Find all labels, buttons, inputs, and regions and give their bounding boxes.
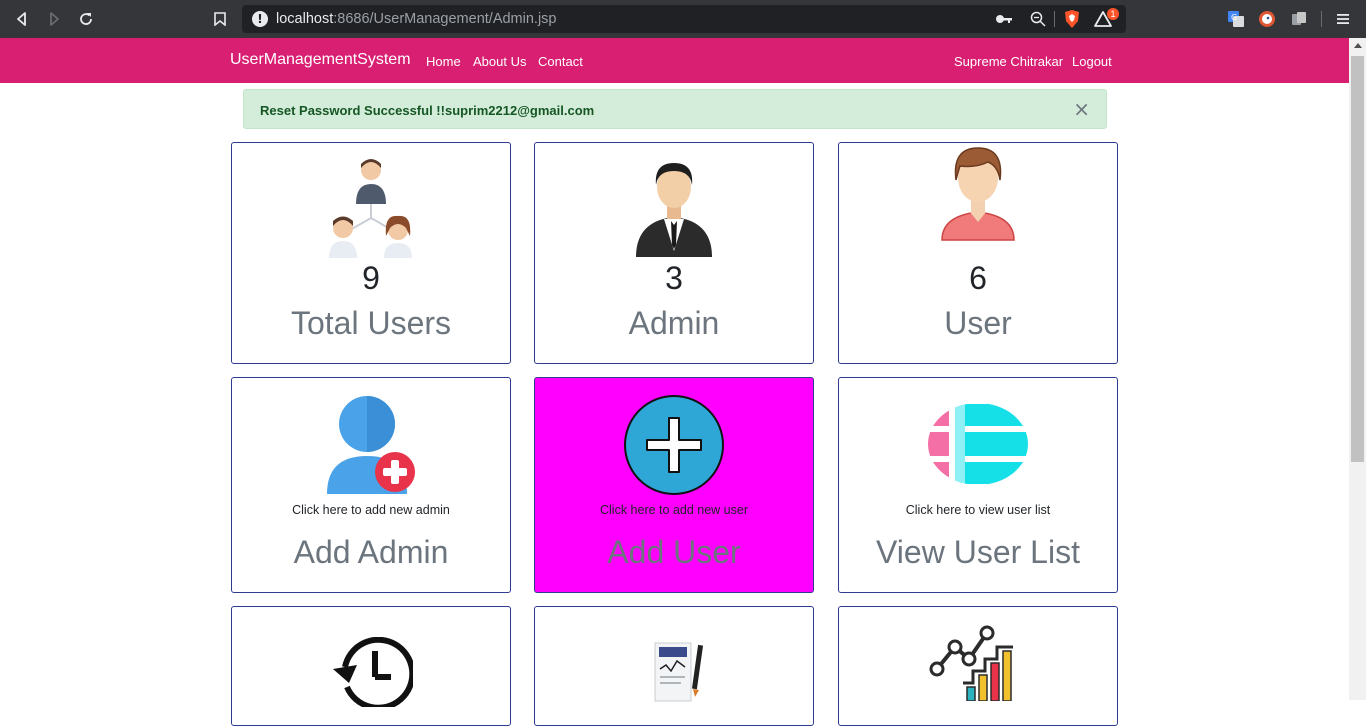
history-icon <box>232 637 510 707</box>
add-user-card[interactable]: Click here to add new user Add User <box>534 377 814 593</box>
stat-card-user[interactable]: 6 User <box>838 142 1118 364</box>
user-title: User <box>944 305 1012 341</box>
view-user-list-caption: Click here to view user list <box>905 503 1051 517</box>
add-user-title: Add User <box>607 534 741 570</box>
logout-link[interactable]: Logout <box>1072 54 1112 69</box>
total-users-title: Total Users <box>290 305 452 341</box>
total-users-count: 9 <box>362 260 380 296</box>
url-host: localhost <box>276 11 334 27</box>
alert-message: Reset Password Successful !!suprim2212@g… <box>260 103 595 118</box>
scrollbar-thumb[interactable] <box>1351 56 1364 462</box>
add-user-caption: Click here to add new user <box>600 503 748 517</box>
reload-icon[interactable] <box>76 9 96 29</box>
divider <box>1054 11 1055 27</box>
view-user-list-title: View User List <box>876 534 1080 570</box>
analytics-icon <box>839 625 1117 701</box>
brave-shield-icon[interactable] <box>1062 9 1082 29</box>
add-admin-icon <box>232 394 510 496</box>
divider <box>1321 11 1322 27</box>
user-name-link[interactable]: Supreme Chitrakar <box>954 54 1063 69</box>
scroll-up-arrow-icon[interactable] <box>1354 43 1362 48</box>
success-alert: Reset Password Successful !!suprim2212@g… <box>243 89 1107 129</box>
translate-icon[interactable]: G <box>1226 9 1246 29</box>
extension-icon[interactable] <box>1289 9 1309 29</box>
key-icon[interactable] <box>994 9 1014 29</box>
admin-title: Admin <box>628 305 720 341</box>
menu-icon[interactable] <box>1333 9 1353 29</box>
stat-card-total-users[interactable]: 9 Total Users <box>231 142 511 364</box>
user-count: 6 <box>969 260 987 296</box>
analytics-card[interactable] <box>838 606 1118 726</box>
stat-card-admin[interactable]: 3 Admin <box>534 142 814 364</box>
report-icon <box>535 633 813 703</box>
history-card[interactable] <box>231 606 511 726</box>
list-icon <box>839 402 1117 486</box>
nav-about[interactable]: About Us <box>473 54 526 69</box>
add-admin-caption: Click here to add new admin <box>292 503 450 517</box>
add-admin-card[interactable]: Click here to add new admin Add Admin <box>231 377 511 593</box>
user-icon <box>839 146 1117 242</box>
rewards-badge: 1 <box>1107 8 1119 20</box>
brand-link[interactable]: UserManagementSystem <box>230 51 411 69</box>
forward-icon[interactable] <box>44 9 64 29</box>
nav-contact[interactable]: Contact <box>538 54 583 69</box>
group-users-icon <box>232 158 510 260</box>
alert-close-button[interactable]: × <box>1073 99 1090 119</box>
admin-icon <box>535 159 813 257</box>
duckduckgo-icon[interactable] <box>1257 9 1277 29</box>
add-admin-title: Add Admin <box>293 534 449 570</box>
bookmark-icon[interactable] <box>210 9 230 29</box>
browser-toolbar: ! localhost:8686/UserManagement/Admin.js… <box>0 0 1366 38</box>
view-user-list-card[interactable]: Click here to view user list View User L… <box>838 377 1118 593</box>
url-text: localhost:8686/UserManagement/Admin.jsp <box>276 11 557 27</box>
site-info-icon[interactable]: ! <box>252 11 268 27</box>
navbar: UserManagementSystem Home About Us Conta… <box>0 38 1349 83</box>
back-icon[interactable] <box>12 9 32 29</box>
url-path: :8686/UserManagement/Admin.jsp <box>333 11 557 27</box>
zoom-icon[interactable] <box>1028 9 1048 29</box>
admin-count: 3 <box>665 260 683 296</box>
address-bar[interactable]: ! localhost:8686/UserManagement/Admin.js… <box>242 5 1126 33</box>
add-circle-icon <box>535 394 813 496</box>
svg-text:G: G <box>1231 13 1237 22</box>
nav-home[interactable]: Home <box>426 54 461 69</box>
report-card[interactable] <box>534 606 814 726</box>
